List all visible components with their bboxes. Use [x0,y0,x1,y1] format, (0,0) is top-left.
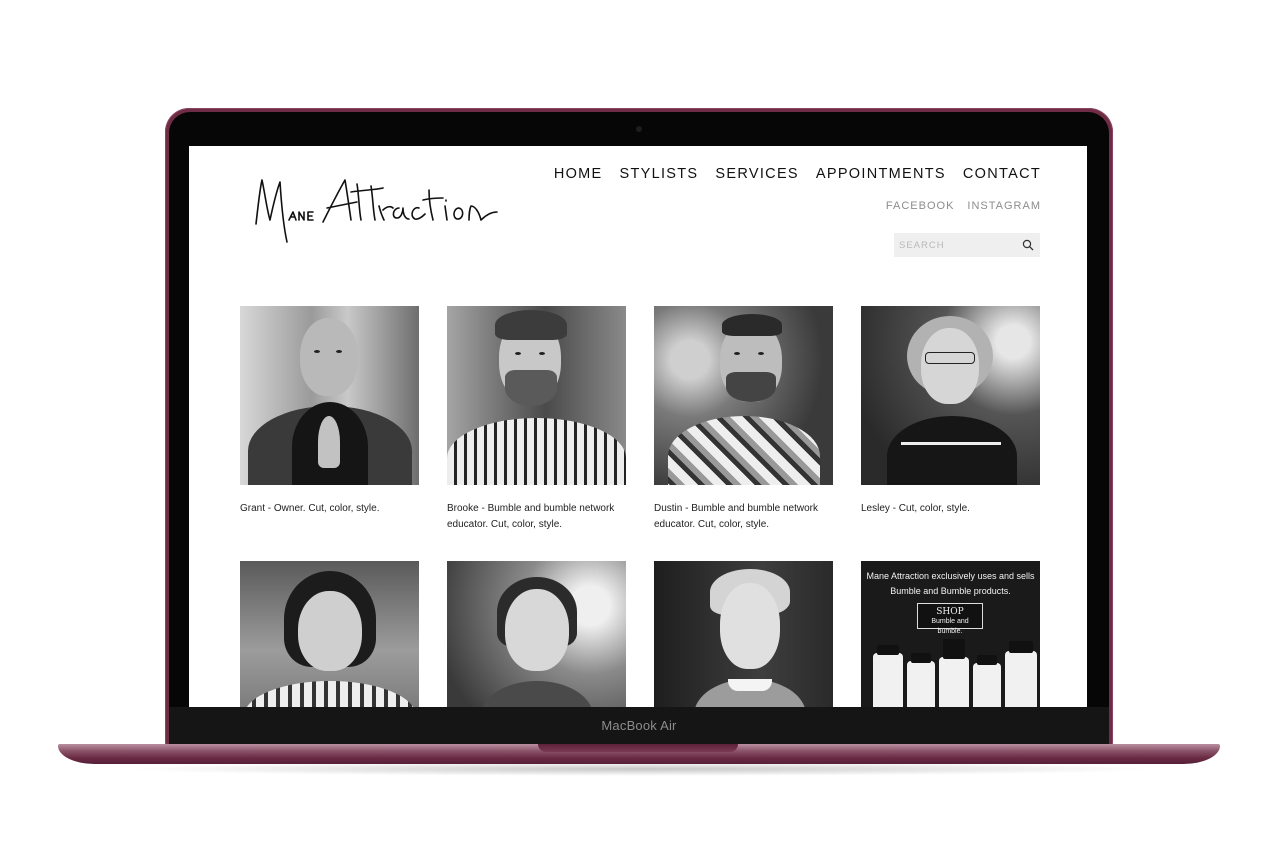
mockup-stage: HOME STYLISTS SERVICES APPOINTMENTS CONT… [0,0,1280,853]
nav-services[interactable]: SERVICES [715,166,798,182]
stylist-card[interactable]: Grant - Owner. Cut, color, style. [240,306,419,561]
stylist-caption: Lesley - Cut, color, style. [861,503,970,514]
stylist-caption: Brooke - Bumble and bumble network educa… [447,503,615,530]
stylist-caption: Grant - Owner. Cut, color, style. [240,503,380,514]
instagram-link[interactable]: INSTAGRAM [967,200,1041,212]
main-nav: HOME STYLISTS SERVICES APPOINTMENTS CONT… [554,166,1041,182]
stylist-photo[interactable] [447,561,626,707]
stylist-photo[interactable] [447,306,626,485]
laptop-screen: HOME STYLISTS SERVICES APPOINTMENTS CONT… [189,146,1087,707]
stylist-card[interactable] [240,561,419,707]
stylist-card[interactable] [447,561,626,707]
promo-text: Mane Attraction exclusively uses and sel… [866,571,1035,596]
shop-badge-title: SHOP [936,607,964,617]
device-label: MacBook Air [601,718,677,733]
stylist-card[interactable]: Brooke - Bumble and bumble network educa… [447,306,626,561]
nav-stylists[interactable]: STYLISTS [620,166,699,182]
search-input[interactable] [899,239,1017,251]
stylist-card[interactable]: Lesley - Cut, color, style. [861,306,1040,561]
laptop-notch [538,744,738,752]
stylist-photo[interactable] [240,561,419,707]
laptop-chin: MacBook Air [169,707,1109,744]
search-icon[interactable] [1022,239,1034,251]
stylist-photo[interactable] [861,306,1040,485]
site-logo[interactable] [253,176,503,252]
stylist-card[interactable] [654,561,833,707]
stylist-card[interactable]: Dustin - Bumble and bumble network educa… [654,306,833,561]
stylist-grid: Grant - Owner. Cut, color, style. Brooke… [240,306,1040,707]
nav-contact[interactable]: CONTACT [963,166,1041,182]
nav-appointments[interactable]: APPOINTMENTS [816,166,946,182]
promo-card[interactable]: Mane Attraction exclusively uses and sel… [861,561,1040,707]
nav-home[interactable]: HOME [554,166,603,182]
promo-photo[interactable]: Mane Attraction exclusively uses and sel… [861,561,1040,707]
facebook-link[interactable]: FACEBOOK [886,200,955,212]
laptop-shadow [120,762,1160,776]
stylist-photo[interactable] [654,306,833,485]
stylist-photo[interactable] [240,306,419,485]
stylist-photo[interactable] [654,561,833,707]
search-box [894,233,1040,257]
stylist-caption: Dustin - Bumble and bumble network educa… [654,503,818,530]
social-links: FACEBOOK INSTAGRAM [886,200,1041,212]
shop-badge[interactable]: SHOP Bumble and bumble. [917,603,983,635]
camera-icon [636,126,642,132]
shop-badge-sub: Bumble and bumble. [931,618,969,635]
